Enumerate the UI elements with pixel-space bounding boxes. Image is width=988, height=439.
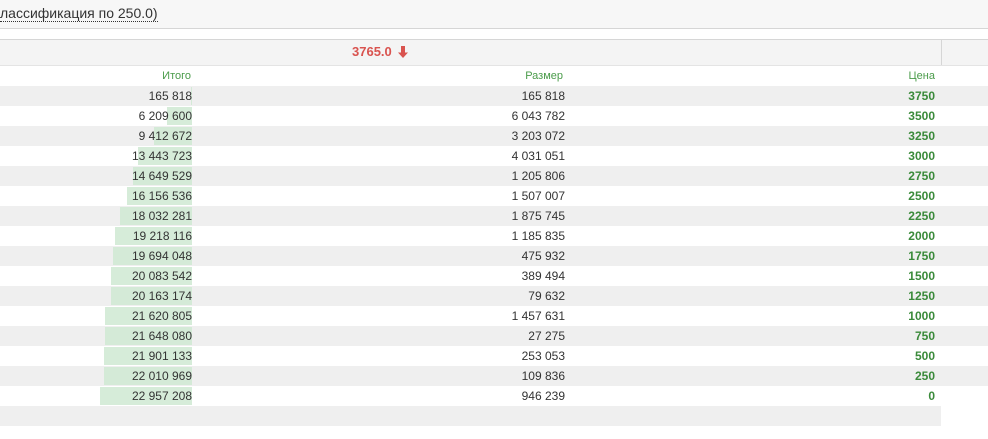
last-price-bar: 3765.0 bbox=[0, 39, 988, 66]
cell-price[interactable]: 2500 bbox=[908, 189, 935, 203]
cell-total: 16 156 536 bbox=[131, 189, 192, 203]
strip-cell bbox=[941, 266, 988, 286]
cell-price[interactable]: 2750 bbox=[908, 169, 935, 183]
table-row[interactable]: 9 412 672 3 203 072 3250 bbox=[0, 126, 941, 146]
strip-cell bbox=[941, 186, 988, 206]
strip-cell bbox=[941, 86, 988, 106]
strip-cell bbox=[941, 306, 988, 326]
cell-total: 14 649 529 bbox=[131, 169, 192, 183]
cell-total: 22 010 969 bbox=[131, 369, 192, 383]
cell-total: 13 443 723 bbox=[131, 149, 192, 163]
cell-total: 20 163 174 bbox=[131, 289, 192, 303]
table-footer bbox=[0, 406, 941, 426]
strip-cell bbox=[941, 246, 988, 266]
cell-price[interactable]: 2000 bbox=[908, 229, 935, 243]
table-row[interactable]: 22 957 208 946 239 0 bbox=[0, 386, 941, 406]
table-row[interactable]: 18 032 281 1 875 745 2250 bbox=[0, 206, 941, 226]
strip-cell bbox=[941, 366, 988, 386]
cell-price[interactable]: 3000 bbox=[908, 149, 935, 163]
cell-total: 9 412 672 bbox=[138, 129, 192, 143]
cell-size: 6 043 782 bbox=[511, 109, 565, 123]
cell-total: 21 648 080 bbox=[131, 329, 192, 343]
table-row[interactable]: 21 648 080 27 275 750 bbox=[0, 326, 941, 346]
column-header-price[interactable]: Цена bbox=[909, 70, 935, 82]
cell-size: 165 818 bbox=[521, 89, 565, 103]
strip-cell bbox=[941, 226, 988, 246]
last-price: 3765.0 bbox=[352, 44, 409, 59]
cell-size: 389 494 bbox=[521, 269, 565, 283]
cell-size: 946 239 bbox=[521, 389, 565, 403]
table-header: Итого Размер Цена bbox=[0, 66, 941, 86]
cell-price[interactable]: 750 bbox=[915, 329, 935, 343]
cell-size: 1 457 631 bbox=[511, 309, 565, 323]
cell-total: 19 218 116 bbox=[132, 229, 192, 243]
grouping-title[interactable]: лассификация по 250.0) bbox=[0, 5, 158, 22]
column-header-total[interactable]: Итого bbox=[162, 70, 191, 82]
cell-size: 1 205 806 bbox=[511, 169, 565, 183]
table-row[interactable]: 14 649 529 1 205 806 2750 bbox=[0, 166, 941, 186]
cell-size: 475 932 bbox=[521, 249, 565, 263]
cell-price[interactable]: 3250 bbox=[908, 129, 935, 143]
cell-size: 79 632 bbox=[528, 289, 565, 303]
cell-price[interactable]: 1500 bbox=[908, 269, 935, 283]
table-row[interactable]: 20 163 174 79 632 1250 bbox=[0, 286, 941, 306]
cell-price[interactable]: 3500 bbox=[908, 109, 935, 123]
cell-price[interactable]: 1250 bbox=[908, 289, 935, 303]
last-price-value: 3765.0 bbox=[352, 44, 392, 59]
strip-cell bbox=[941, 166, 988, 186]
cell-total: 21 901 133 bbox=[131, 349, 192, 363]
cell-price[interactable]: 1750 bbox=[908, 249, 935, 263]
table-row[interactable]: 19 218 116 1 185 835 2000 bbox=[0, 226, 941, 246]
cell-total: 6 209 600 bbox=[138, 109, 192, 123]
strip-cell bbox=[941, 106, 988, 126]
table-row[interactable]: 13 443 723 4 031 051 3000 bbox=[0, 146, 941, 166]
strip-cell bbox=[941, 326, 988, 346]
table-row[interactable]: 19 694 048 475 932 1750 bbox=[0, 246, 941, 266]
strip-cell bbox=[941, 146, 988, 166]
strip-cell bbox=[941, 386, 988, 406]
cell-size: 253 053 bbox=[521, 349, 565, 363]
strip-cell bbox=[941, 206, 988, 226]
column-divider bbox=[941, 40, 942, 65]
table-row[interactable]: 22 010 969 109 836 250 bbox=[0, 366, 941, 386]
column-header-size[interactable]: Размер bbox=[525, 70, 563, 82]
widget-header: лассификация по 250.0) bbox=[0, 0, 988, 29]
arrow-down-icon bbox=[397, 45, 408, 58]
strip-cell bbox=[941, 286, 988, 306]
cell-total: 21 620 805 bbox=[131, 309, 192, 323]
table-row[interactable]: 16 156 536 1 507 007 2500 bbox=[0, 186, 941, 206]
cell-size: 4 031 051 bbox=[511, 149, 565, 163]
spacer bbox=[0, 29, 988, 39]
right-strip bbox=[941, 86, 988, 416]
cell-price[interactable]: 250 bbox=[915, 369, 935, 383]
cell-total: 22 957 208 bbox=[131, 389, 192, 403]
cell-total: 19 694 048 bbox=[131, 249, 192, 263]
cell-size: 109 836 bbox=[521, 369, 565, 383]
table-row[interactable]: 21 901 133 253 053 500 bbox=[0, 346, 941, 366]
cell-price[interactable]: 0 bbox=[928, 389, 935, 403]
cell-size: 3 203 072 bbox=[511, 129, 565, 143]
table-row[interactable]: 6 209 600 6 043 782 3500 bbox=[0, 106, 941, 126]
cell-size: 1 185 835 bbox=[511, 229, 565, 243]
cell-total: 165 818 bbox=[148, 89, 192, 103]
strip-cell bbox=[941, 126, 988, 146]
cell-price[interactable]: 1000 bbox=[908, 309, 935, 323]
order-book-rows: 165 818 165 818 3750 6 209 600 6 043 782 3500… bbox=[0, 86, 941, 406]
cell-price[interactable]: 2250 bbox=[908, 209, 935, 223]
cell-total: 20 083 542 bbox=[131, 269, 192, 283]
cell-size: 1 507 007 bbox=[511, 189, 565, 203]
cell-price[interactable]: 3750 bbox=[908, 89, 935, 103]
cell-size: 27 275 bbox=[528, 329, 565, 343]
cell-price[interactable]: 500 bbox=[915, 349, 935, 363]
strip-cell bbox=[941, 346, 988, 366]
table-row[interactable]: 165 818 165 818 3750 bbox=[0, 86, 941, 106]
cell-total: 18 032 281 bbox=[131, 209, 192, 223]
table-row[interactable]: 21 620 805 1 457 631 1000 bbox=[0, 306, 941, 326]
cell-size: 1 875 745 bbox=[511, 209, 565, 223]
table-row[interactable]: 20 083 542 389 494 1500 bbox=[0, 266, 941, 286]
